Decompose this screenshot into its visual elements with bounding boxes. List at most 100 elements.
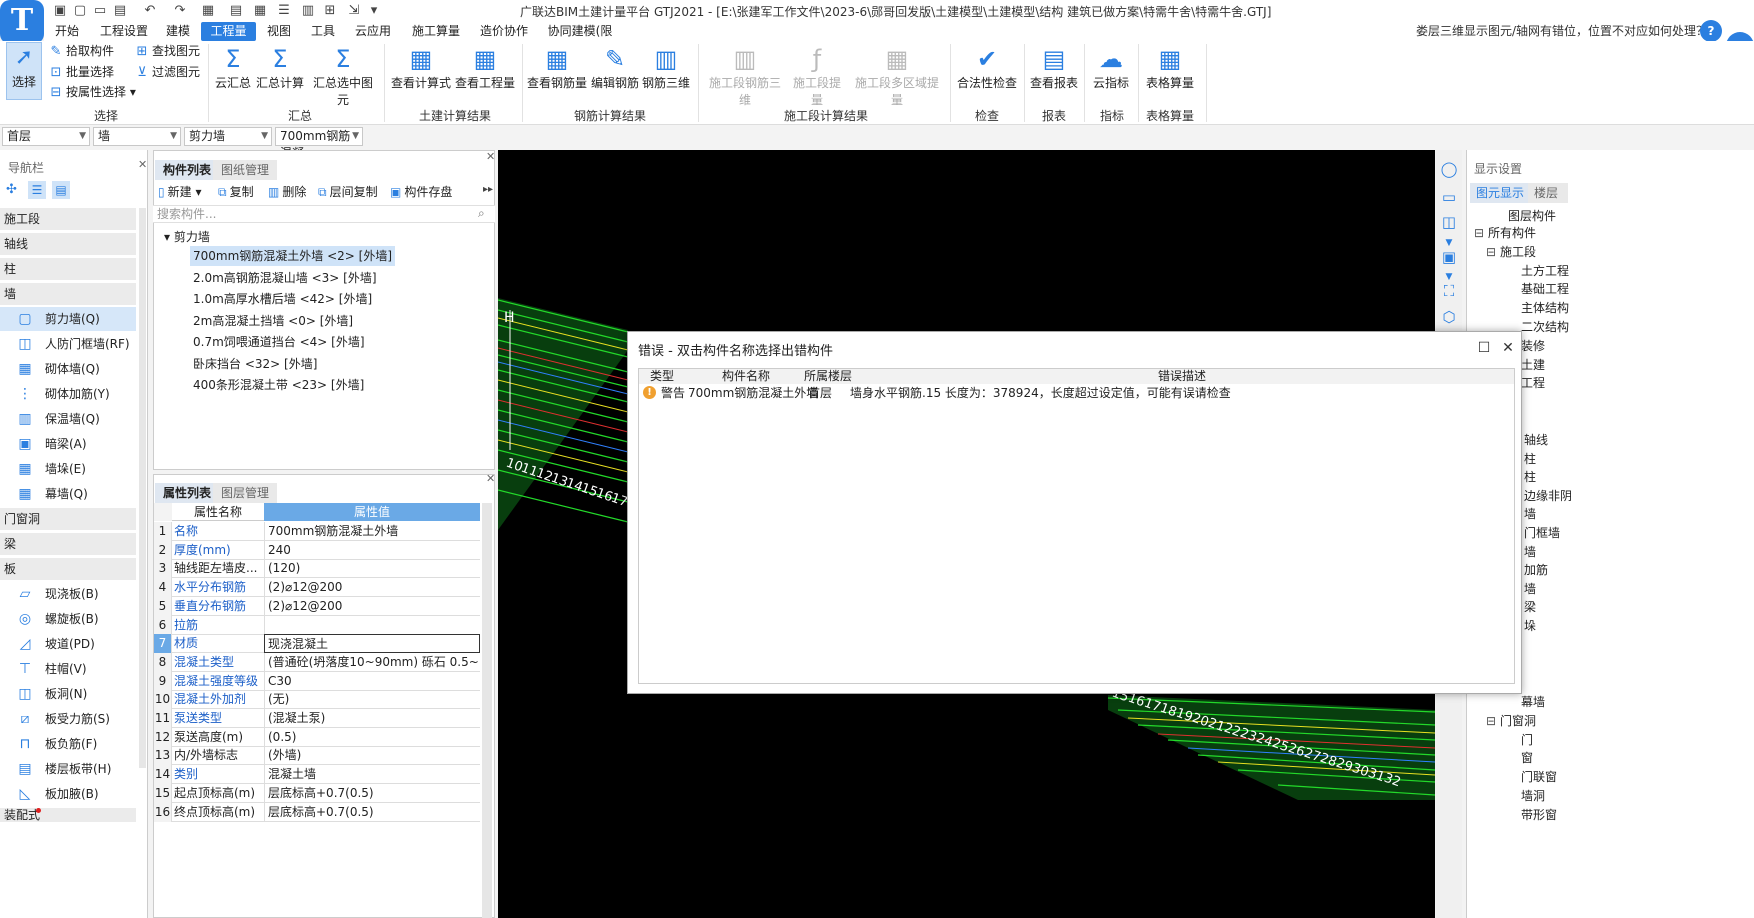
- prop-row[interactable]: 7 材质 现浇混凝土: [154, 634, 480, 654]
- 2d-view-icon[interactable]: ▭: [1438, 186, 1460, 208]
- prop-value[interactable]: 700mm钢筋混凝土外墙: [264, 522, 480, 541]
- component-select[interactable]: 700mm钢筋混凝▼: [275, 127, 363, 160]
- tab-layer-manage[interactable]: 图层管理: [213, 483, 278, 503]
- menu-modeling[interactable]: 建模: [160, 22, 196, 41]
- prop-value[interactable]: C30: [264, 671, 480, 691]
- nav-close-icon[interactable]: ✕: [138, 158, 147, 171]
- prop-row[interactable]: 11 泵送类型 (混凝土泵): [154, 709, 480, 728]
- layout-icon[interactable]: ▥: [300, 3, 316, 19]
- more-icon[interactable]: ▸▸: [483, 184, 493, 195]
- app-logo[interactable]: T: [0, 0, 44, 44]
- display-tree-item[interactable]: 带形窗: [1498, 806, 1557, 825]
- view-quantity-button[interactable]: ▦ 查看工程量: [454, 44, 516, 91]
- prop-value[interactable]: 层底标高+0.7(0.5): [264, 802, 480, 822]
- table-calc-button[interactable]: ▦ 表格算量: [1142, 44, 1198, 91]
- prop-row[interactable]: 13 内/外墙标志 (外墙): [154, 746, 480, 766]
- prop-value[interactable]: (无): [264, 690, 480, 710]
- tab-component-list[interactable]: 构件列表: [155, 160, 220, 180]
- nav-cat-slab[interactable]: 板: [0, 558, 136, 580]
- props-scrollbar[interactable]: [482, 503, 492, 918]
- nav-cat-prefab[interactable]: 装配式: [0, 808, 136, 822]
- prop-row[interactable]: 14 类别 混凝土墙: [154, 765, 480, 785]
- prop-value[interactable]: (外墙): [264, 746, 480, 766]
- nav-item-hidden-beam[interactable]: ▣ 暗梁(A): [0, 432, 136, 456]
- nav-item-slab-rebar[interactable]: ⧄ 板受力筋(S): [0, 707, 136, 731]
- view-report-button[interactable]: ▤ 查看报表: [1028, 44, 1080, 91]
- display-tree-item[interactable]: 门联窗: [1498, 768, 1557, 787]
- nav-item-masonry-wall[interactable]: ▦ 砌体墙(Q): [0, 357, 136, 381]
- delete-button[interactable]: ▥ 删除: [268, 183, 306, 200]
- expand-icon[interactable]: ⊟: [1486, 243, 1497, 262]
- complist-close-icon[interactable]: ✕: [486, 150, 495, 163]
- prop-value[interactable]: 240: [264, 540, 480, 560]
- nav-item-wall-pier[interactable]: ▦ 墙垛(E): [0, 457, 136, 481]
- category-select[interactable]: 墙 ▼: [93, 127, 181, 146]
- nav-item-spiral-slab[interactable]: ◎ 螺旋板(B): [0, 607, 136, 631]
- legality-check-button[interactable]: ✔ 合法性检查: [954, 44, 1020, 91]
- display-tree-item-partial[interactable]: 墙: [1524, 505, 1536, 524]
- search-icon[interactable]: ⌕: [478, 206, 485, 221]
- display-tree-item-partial[interactable]: 梁: [1524, 598, 1536, 617]
- nav-item-masonry-rebar[interactable]: ⋮ 砌体加筋(Y): [0, 382, 136, 406]
- display-tree-item-partial[interactable]: 边缘非阴: [1524, 487, 1572, 506]
- tree-item[interactable]: 2.0m高钢筋混凝山墙 <3> [外墙]: [190, 268, 380, 288]
- prop-row[interactable]: 15 起点顶标高(m) 层底标高+0.7(0.5): [154, 783, 480, 803]
- floor-select[interactable]: 首层 ▼: [2, 127, 90, 146]
- view-rebar-button[interactable]: ▦ 查看钢筋量: [526, 44, 588, 91]
- prop-value[interactable]: (混凝土泵): [264, 709, 480, 728]
- prop-row[interactable]: 6 拉筋: [154, 615, 480, 635]
- error-component-name[interactable]: 700mm钢筋混凝土外墙: [688, 385, 818, 402]
- display-tree-item[interactable]: 主体结构: [1498, 299, 1569, 318]
- stage-rebar-3d-button[interactable]: ▥ 施工段钢筋三维: [704, 44, 786, 108]
- cloud-index-button[interactable]: ☁ 云指标: [1088, 44, 1134, 91]
- display-tree-item-partial[interactable]: 柱: [1524, 450, 1536, 469]
- list-icon[interactable]: ☰: [276, 3, 292, 19]
- menu-cost-collab[interactable]: 造价协作: [474, 22, 534, 41]
- prop-value[interactable]: (120): [264, 559, 480, 579]
- prop-value[interactable]: [264, 615, 480, 635]
- view-box-icon[interactable]: ▣: [1438, 246, 1460, 268]
- menu-start[interactable]: 开始: [48, 22, 86, 41]
- tree-group-shear-wall[interactable]: ▾ 剪力墙: [164, 228, 210, 245]
- nav-scrollbar[interactable]: [139, 208, 146, 768]
- nav-item-slab-hole[interactable]: ◫ 板洞(N): [0, 682, 136, 706]
- tree-item[interactable]: 2m高混凝土挡墙 <0> [外墙]: [190, 311, 356, 331]
- display-tree-item[interactable]: 土方工程: [1498, 262, 1569, 281]
- nav-item-insulation-wall[interactable]: ▥ 保温墙(Q): [0, 407, 136, 431]
- tab-floor-display[interactable]: 楼层显示: [1528, 183, 1568, 203]
- pick-component-button[interactable]: ✎ 拾取构件: [48, 42, 114, 59]
- component-search-input[interactable]: 搜索构件...: [153, 205, 495, 223]
- nav-item-shear-wall[interactable]: ▢ 剪力墙(Q): [0, 307, 136, 331]
- nav-cat-axis[interactable]: 轴线: [0, 233, 136, 255]
- menu-tools[interactable]: 工具: [306, 22, 340, 41]
- display-tree-item-partial[interactable]: 轴线: [1524, 431, 1548, 450]
- error-description[interactable]: 墙身水平钢筋.15 长度为：378924，长度超过设定值，可能有误请检查: [850, 385, 1231, 402]
- prop-row[interactable]: 10 混凝土外加剂 (无): [154, 690, 480, 710]
- display-tree-item-partial[interactable]: 门框墙: [1524, 524, 1560, 543]
- cube-icon[interactable]: ⬡: [1438, 306, 1460, 328]
- batch-select-button[interactable]: ⊡ 批量选择: [48, 63, 114, 80]
- prop-row[interactable]: 9 混凝土强度等级 C30: [154, 671, 480, 691]
- display-tree-item[interactable]: 基础工程: [1498, 280, 1569, 299]
- nav-item-slab-strip[interactable]: ▤ 楼层板带(H): [0, 757, 136, 781]
- stage-extract-button[interactable]: ƒ 施工段提量: [788, 44, 846, 108]
- prop-row[interactable]: 2 厚度(mm) 240: [154, 540, 480, 560]
- component-save-button[interactable]: ▣ 构件存盘: [390, 183, 452, 200]
- select-by-attr-button[interactable]: ⊟ 按属性选择 ▾: [48, 83, 136, 100]
- settings-icon[interactable]: ⊞: [322, 3, 338, 19]
- display-tree-item-partial[interactable]: 墙: [1524, 580, 1536, 599]
- nav-cat-stage[interactable]: 施工段: [0, 208, 136, 230]
- display-tree-item-partial[interactable]: 加筋: [1524, 561, 1548, 580]
- redo-icon[interactable]: ↷: [172, 3, 188, 19]
- prop-row[interactable]: 4 水平分布钢筋 (2)⌀12@200: [154, 578, 480, 598]
- summary-calc-button[interactable]: Σ 汇总计算: [256, 44, 304, 91]
- props-close-icon[interactable]: ✕: [486, 472, 495, 485]
- prop-value[interactable]: (2)⌀12@200: [264, 596, 480, 616]
- prop-row[interactable]: 1 名称 700mm钢筋混凝土外墙: [154, 522, 480, 541]
- tab-drawing-manage[interactable]: 图纸管理: [213, 160, 278, 180]
- edit-rebar-button[interactable]: ✎ 编辑钢筋: [590, 44, 640, 91]
- display-tree-item[interactable]: ⊟ 施工段: [1486, 243, 1536, 262]
- tab-property-list[interactable]: 属性列表: [155, 483, 220, 503]
- fit-view-icon[interactable]: ⛶: [1438, 280, 1460, 302]
- select-button[interactable]: ➚ 选择: [6, 42, 42, 100]
